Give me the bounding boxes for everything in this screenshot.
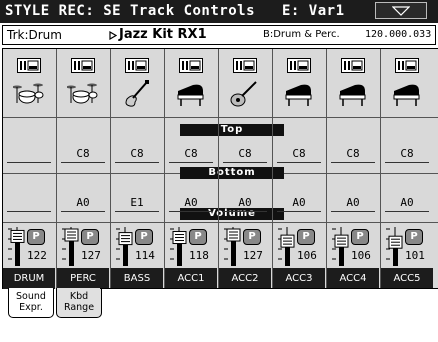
sound-category: B:Drum & Perc. (263, 29, 340, 40)
value-underline (61, 211, 105, 212)
program-number: 120.000.033 (365, 29, 432, 40)
track-name: BASS (111, 268, 163, 289)
volume-value: 127 (81, 249, 101, 262)
track-column-drum: P 122 DRUM (3, 49, 55, 289)
tab-label: Kbd (69, 291, 89, 302)
top-range-value[interactable]: C8 (115, 147, 159, 160)
sound-name[interactable]: Jazz Kit RX1 (119, 27, 207, 42)
tab-label: Expr. (19, 302, 43, 313)
track-name: ACC4 (327, 268, 379, 289)
play-mute-icon[interactable] (341, 58, 365, 77)
play-badge: P (189, 229, 207, 245)
track-controls-panel: Top Bottom Volume P 122 DRUM C8 A0 P 127 PERC C8… (2, 48, 438, 289)
bottom-range-value[interactable]: A0 (61, 196, 105, 209)
variation-label: E: Var1 (282, 3, 345, 19)
track-name: PERC (57, 268, 109, 289)
volume-value: 106 (351, 249, 371, 262)
play-mute-icon[interactable] (233, 58, 257, 77)
bottom-range-value[interactable]: A0 (223, 196, 267, 209)
tab-label: Sound (16, 291, 46, 302)
value-underline (7, 211, 51, 212)
value-underline (277, 211, 321, 212)
track-column-acc4: C8 A0 P 106 ACC4 (327, 49, 379, 289)
triangle-down-icon (392, 6, 410, 16)
value-underline (277, 162, 321, 163)
track-name: ACC2 (219, 268, 271, 289)
track-column-acc1: C8 A0 P 118 ACC1 (165, 49, 217, 289)
track-name: DRUM (3, 268, 55, 289)
drum-kit-icon[interactable] (12, 79, 45, 113)
tab-sound-expr[interactable]: Sound Expr. (8, 288, 54, 318)
acoustic-guitar-icon[interactable] (229, 79, 261, 113)
top-range-value[interactable]: C8 (385, 147, 429, 160)
volume-value: 122 (27, 249, 47, 262)
track-info-bar[interactable]: Trk:Drum Jazz Kit RX1 B:Drum & Perc. 120… (2, 25, 436, 45)
volume-value: 106 (297, 249, 317, 262)
piano-icon[interactable] (175, 79, 207, 113)
value-underline (169, 211, 213, 212)
tab-label: Range (63, 302, 95, 313)
bottom-range-value[interactable]: A0 (277, 196, 321, 209)
track-column-bass: C8 E1 P 114 BASS (111, 49, 163, 289)
top-range-value[interactable]: C8 (223, 147, 267, 160)
play-mute-icon[interactable] (395, 58, 419, 77)
tab-divider (100, 288, 438, 289)
page-title: STYLE REC: SE Track Controls (5, 3, 256, 19)
volume-value: 118 (189, 249, 209, 262)
play-mute-icon[interactable] (125, 58, 149, 77)
page-menu-button[interactable] (375, 2, 427, 19)
title-bar: STYLE REC: SE Track Controls E: Var1 (0, 0, 438, 23)
track-name: ACC3 (273, 268, 325, 289)
track-label: Trk:Drum (7, 28, 62, 42)
play-badge: P (351, 229, 369, 245)
play-mute-icon[interactable] (179, 58, 203, 77)
play-badge: P (405, 229, 423, 245)
value-underline (115, 211, 159, 212)
play-mute-icon[interactable] (71, 58, 95, 77)
track-column-acc2: C8 A0 P 127 ACC2 (219, 49, 271, 289)
volume-value: 114 (135, 249, 155, 262)
value-underline (385, 162, 429, 163)
piano-icon[interactable] (283, 79, 315, 113)
piano-icon[interactable] (337, 79, 369, 113)
drum-kit-icon[interactable] (66, 79, 99, 113)
top-range-value[interactable]: C8 (61, 147, 105, 160)
bottom-range-value[interactable]: E1 (115, 196, 159, 209)
selected-arrow-icon (109, 31, 117, 40)
track-column-perc: C8 A0 P 127 PERC (57, 49, 109, 289)
value-underline (385, 211, 429, 212)
bottom-range-value[interactable]: A0 (385, 196, 429, 209)
top-range-value[interactable]: C8 (277, 147, 321, 160)
bottom-range-value[interactable]: A0 (331, 196, 375, 209)
track-column-acc3: C8 A0 P 106 ACC3 (273, 49, 325, 289)
value-underline (331, 162, 375, 163)
value-underline (7, 162, 51, 163)
piano-icon[interactable] (391, 79, 423, 113)
tab-kbd-range[interactable]: Kbd Range (56, 288, 102, 318)
top-range-value[interactable]: C8 (169, 147, 213, 160)
play-mute-icon[interactable] (17, 58, 41, 77)
track-name: ACC5 (381, 268, 433, 289)
value-underline (223, 162, 267, 163)
play-mute-icon[interactable] (287, 58, 311, 77)
value-underline (115, 162, 159, 163)
play-badge: P (81, 229, 99, 245)
value-underline (331, 211, 375, 212)
play-badge: P (135, 229, 153, 245)
volume-value: 101 (405, 249, 425, 262)
play-badge: P (297, 229, 315, 245)
track-name: ACC1 (165, 268, 217, 289)
value-underline (223, 211, 267, 212)
tab-bar: Sound Expr. Kbd Range (0, 288, 438, 342)
top-range-value[interactable]: C8 (331, 147, 375, 160)
value-underline (61, 162, 105, 163)
volume-value: 127 (243, 249, 263, 262)
bass-guitar-icon[interactable] (121, 79, 153, 113)
play-badge: P (243, 229, 261, 245)
play-badge: P (27, 229, 45, 245)
value-underline (169, 162, 213, 163)
track-column-acc5: C8 A0 P 101 ACC5 (381, 49, 433, 289)
bottom-range-value[interactable]: A0 (169, 196, 213, 209)
